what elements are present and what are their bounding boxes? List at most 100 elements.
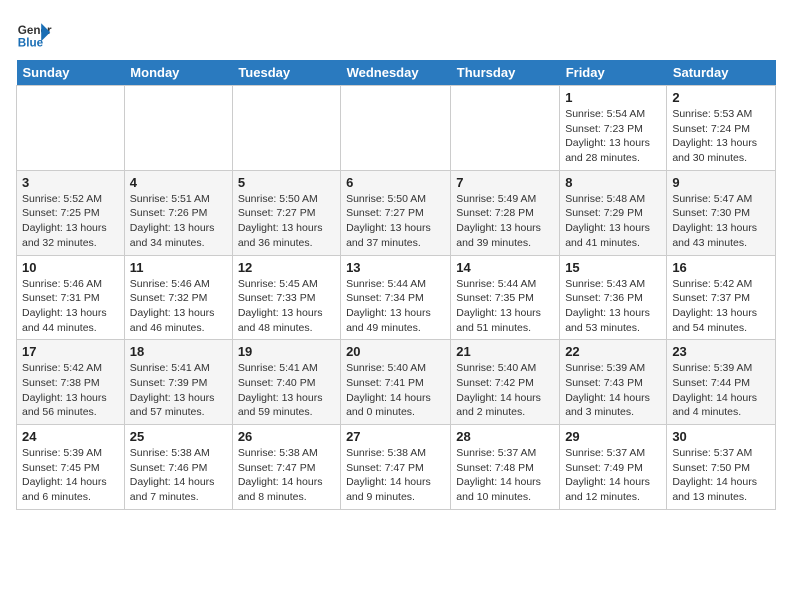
calendar-cell: 27 Sunrise: 5:38 AM Sunset: 7:47 PM Dayli… (341, 425, 451, 510)
day-number: 5 (238, 175, 335, 190)
day-number: 23 (672, 344, 770, 359)
logo: General Blue (16, 16, 56, 52)
week-row-3: 10 Sunrise: 5:46 AM Sunset: 7:31 PM Dayli… (17, 255, 776, 340)
day-detail: Sunrise: 5:41 AM Sunset: 7:39 PM Dayligh… (130, 361, 227, 420)
calendar-cell: 7 Sunrise: 5:49 AM Sunset: 7:28 PM Daylig… (451, 170, 560, 255)
day-number: 7 (456, 175, 554, 190)
day-detail: Sunrise: 5:44 AM Sunset: 7:34 PM Dayligh… (346, 277, 445, 336)
day-detail: Sunrise: 5:40 AM Sunset: 7:42 PM Dayligh… (456, 361, 554, 420)
day-number: 12 (238, 260, 335, 275)
day-detail: Sunrise: 5:49 AM Sunset: 7:28 PM Dayligh… (456, 192, 554, 251)
day-detail: Sunrise: 5:38 AM Sunset: 7:47 PM Dayligh… (238, 446, 335, 505)
calendar-cell: 29 Sunrise: 5:37 AM Sunset: 7:49 PM Dayli… (560, 425, 667, 510)
day-number: 22 (565, 344, 661, 359)
day-detail: Sunrise: 5:42 AM Sunset: 7:37 PM Dayligh… (672, 277, 770, 336)
day-number: 8 (565, 175, 661, 190)
weekday-header-wednesday: Wednesday (341, 60, 451, 86)
day-detail: Sunrise: 5:37 AM Sunset: 7:50 PM Dayligh… (672, 446, 770, 505)
calendar-cell: 2Sunrise: 5:53 AM Sunset: 7:24 PM Daylig… (667, 86, 776, 171)
calendar-cell: 8Sunrise: 5:48 AM Sunset: 7:29 PM Daylig… (560, 170, 667, 255)
day-number: 17 (22, 344, 119, 359)
day-number: 11 (130, 260, 227, 275)
day-number: 13 (346, 260, 445, 275)
calendar-cell: 11 Sunrise: 5:46 AM Sunset: 7:32 PM Dayli… (124, 255, 232, 340)
day-number: 28 (456, 429, 554, 444)
day-detail: Sunrise: 5:37 AM Sunset: 7:48 PM Dayligh… (456, 446, 554, 505)
weekday-header-monday: Monday (124, 60, 232, 86)
weekday-header-tuesday: Tuesday (232, 60, 340, 86)
calendar-cell: 16 Sunrise: 5:42 AM Sunset: 7:37 PM Dayli… (667, 255, 776, 340)
day-detail: Sunrise: 5:39 AM Sunset: 7:45 PM Dayligh… (22, 446, 119, 505)
day-detail: Sunrise: 5:42 AM Sunset: 7:38 PM Dayligh… (22, 361, 119, 420)
day-number: 14 (456, 260, 554, 275)
calendar-cell: 1 Sunrise: 5:54 AM Sunset: 7:23 PM Daylig… (560, 86, 667, 171)
day-detail: Sunrise: 5:37 AM Sunset: 7:49 PM Dayligh… (565, 446, 661, 505)
day-number: 26 (238, 429, 335, 444)
calendar-cell: 25 Sunrise: 5:38 AM Sunset: 7:46 PM Dayli… (124, 425, 232, 510)
weekday-header-thursday: Thursday (451, 60, 560, 86)
calendar: SundayMondayTuesdayWednesdayThursdayFrid… (16, 60, 776, 510)
day-detail: Sunrise: 5:41 AM Sunset: 7:40 PM Dayligh… (238, 361, 335, 420)
day-detail: Sunrise: 5:46 AM Sunset: 7:32 PM Dayligh… (130, 277, 227, 336)
day-number: 24 (22, 429, 119, 444)
calendar-cell: 9 Sunrise: 5:47 AM Sunset: 7:30 PM Daylig… (667, 170, 776, 255)
calendar-cell: 20 Sunrise: 5:40 AM Sunset: 7:41 PM Dayli… (341, 340, 451, 425)
calendar-cell (17, 86, 125, 171)
day-number: 20 (346, 344, 445, 359)
calendar-cell: 19 Sunrise: 5:41 AM Sunset: 7:40 PM Dayli… (232, 340, 340, 425)
svg-text:Blue: Blue (18, 37, 44, 50)
calendar-cell: 28 Sunrise: 5:37 AM Sunset: 7:48 PM Dayli… (451, 425, 560, 510)
calendar-cell: 18 Sunrise: 5:41 AM Sunset: 7:39 PM Dayli… (124, 340, 232, 425)
calendar-cell (232, 86, 340, 171)
day-detail: Sunrise: 5:52 AM Sunset: 7:25 PM Dayligh… (22, 192, 119, 251)
day-number: 9 (672, 175, 770, 190)
day-number: 15 (565, 260, 661, 275)
week-row-4: 17 Sunrise: 5:42 AM Sunset: 7:38 PM Dayli… (17, 340, 776, 425)
day-number: 3 (22, 175, 119, 190)
day-detail: Sunrise: 5:40 AM Sunset: 7:41 PM Dayligh… (346, 361, 445, 420)
calendar-cell: 13 Sunrise: 5:44 AM Sunset: 7:34 PM Dayli… (341, 255, 451, 340)
calendar-cell: 12Sunrise: 5:45 AM Sunset: 7:33 PM Dayli… (232, 255, 340, 340)
day-number: 16 (672, 260, 770, 275)
header: General Blue (16, 16, 776, 52)
day-number: 4 (130, 175, 227, 190)
day-detail: Sunrise: 5:43 AM Sunset: 7:36 PM Dayligh… (565, 277, 661, 336)
day-detail: Sunrise: 5:50 AM Sunset: 7:27 PM Dayligh… (346, 192, 445, 251)
calendar-cell: 22Sunrise: 5:39 AM Sunset: 7:43 PM Dayli… (560, 340, 667, 425)
week-row-2: 3 Sunrise: 5:52 AM Sunset: 7:25 PM Daylig… (17, 170, 776, 255)
weekday-header-row: SundayMondayTuesdayWednesdayThursdayFrid… (17, 60, 776, 86)
calendar-cell: 15 Sunrise: 5:43 AM Sunset: 7:36 PM Dayli… (560, 255, 667, 340)
day-detail: Sunrise: 5:38 AM Sunset: 7:46 PM Dayligh… (130, 446, 227, 505)
calendar-cell: 23 Sunrise: 5:39 AM Sunset: 7:44 PM Dayli… (667, 340, 776, 425)
calendar-cell: 26 Sunrise: 5:38 AM Sunset: 7:47 PM Dayli… (232, 425, 340, 510)
calendar-cell (341, 86, 451, 171)
calendar-cell: 17 Sunrise: 5:42 AM Sunset: 7:38 PM Dayli… (17, 340, 125, 425)
week-row-1: 1 Sunrise: 5:54 AM Sunset: 7:23 PM Daylig… (17, 86, 776, 171)
day-detail: Sunrise: 5:38 AM Sunset: 7:47 PM Dayligh… (346, 446, 445, 505)
week-row-5: 24 Sunrise: 5:39 AM Sunset: 7:45 PM Dayli… (17, 425, 776, 510)
weekday-header-saturday: Saturday (667, 60, 776, 86)
calendar-cell: 4Sunrise: 5:51 AM Sunset: 7:26 PM Daylig… (124, 170, 232, 255)
day-number: 25 (130, 429, 227, 444)
day-detail: Sunrise: 5:46 AM Sunset: 7:31 PM Dayligh… (22, 277, 119, 336)
day-detail: Sunrise: 5:39 AM Sunset: 7:44 PM Dayligh… (672, 361, 770, 420)
weekday-header-sunday: Sunday (17, 60, 125, 86)
day-number: 19 (238, 344, 335, 359)
day-detail: Sunrise: 5:47 AM Sunset: 7:30 PM Dayligh… (672, 192, 770, 251)
day-detail: Sunrise: 5:50 AM Sunset: 7:27 PM Dayligh… (238, 192, 335, 251)
day-number: 10 (22, 260, 119, 275)
calendar-cell: 10 Sunrise: 5:46 AM Sunset: 7:31 PM Dayli… (17, 255, 125, 340)
day-number: 1 (565, 90, 661, 105)
calendar-cell: 3 Sunrise: 5:52 AM Sunset: 7:25 PM Daylig… (17, 170, 125, 255)
logo-icon: General Blue (16, 16, 52, 52)
calendar-cell: 14Sunrise: 5:44 AM Sunset: 7:35 PM Dayli… (451, 255, 560, 340)
day-number: 27 (346, 429, 445, 444)
calendar-cell: 21Sunrise: 5:40 AM Sunset: 7:42 PM Dayli… (451, 340, 560, 425)
calendar-cell (451, 86, 560, 171)
day-detail: Sunrise: 5:54 AM Sunset: 7:23 PM Dayligh… (565, 107, 661, 166)
calendar-cell: 24 Sunrise: 5:39 AM Sunset: 7:45 PM Dayli… (17, 425, 125, 510)
day-number: 29 (565, 429, 661, 444)
calendar-cell: 30Sunrise: 5:37 AM Sunset: 7:50 PM Dayli… (667, 425, 776, 510)
calendar-cell (124, 86, 232, 171)
day-number: 18 (130, 344, 227, 359)
